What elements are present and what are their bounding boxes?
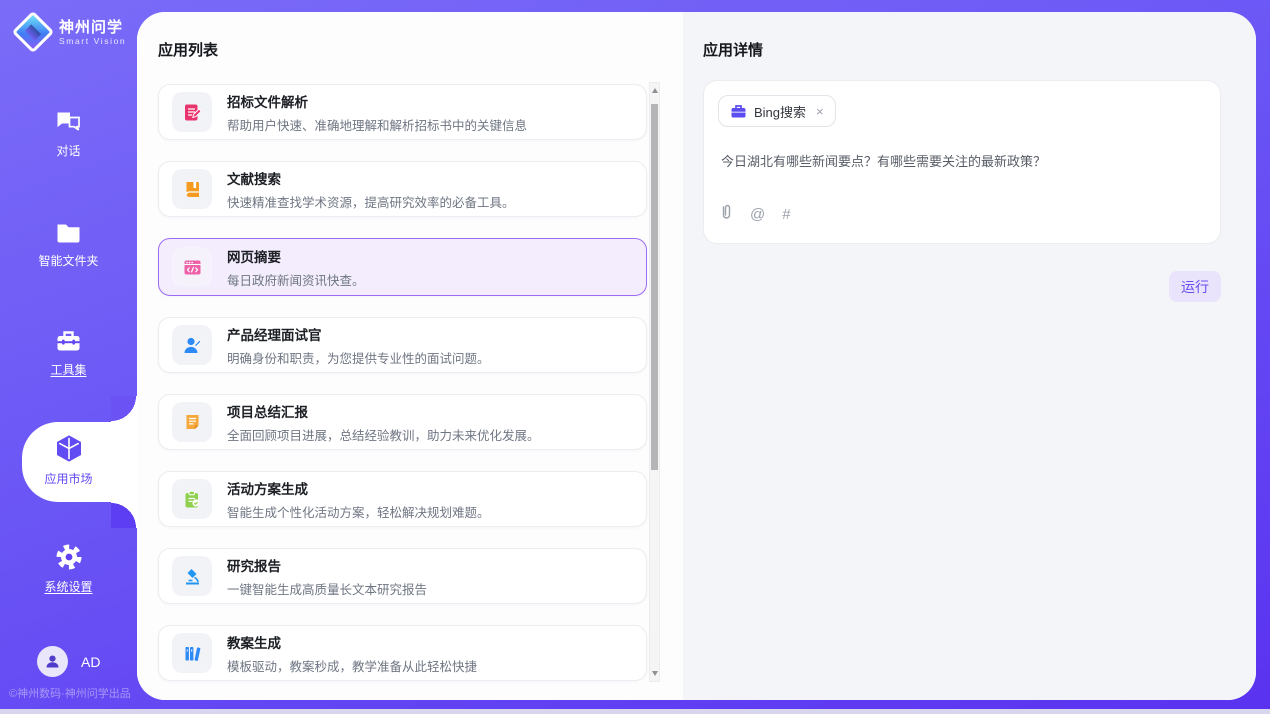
- brand-logo: 神州问学 Smart Vision: [16, 15, 126, 49]
- active-tab-curve-top: [111, 396, 137, 422]
- app-desc: 一键智能生成高质量长文本研究报告: [227, 579, 427, 598]
- copyright-text: ©神州数码·神州问学出品: [9, 685, 139, 701]
- app-desc: 模板驱动，教案秒成，教学准备从此轻松快捷: [227, 656, 477, 675]
- app-name: 研究报告: [227, 555, 427, 575]
- app-card-pm-interviewer[interactable]: 产品经理面试官 明确身份和职责，为您提供专业性的面试问题。: [158, 317, 647, 373]
- app-name: 教案生成: [227, 632, 477, 652]
- sidebar-item-toolset[interactable]: 工具集: [0, 329, 137, 378]
- app-name: 文献搜索: [227, 168, 515, 188]
- tool-tag-bing-search[interactable]: Bing搜索 ×: [718, 95, 836, 127]
- bottom-edge-strip: [0, 709, 1270, 714]
- gear-icon: [0, 543, 137, 571]
- main-content: 应用列表 招标文件解析 帮助用户快速、准确地理解和解析招标书中的关键信息: [137, 12, 1256, 700]
- run-button[interactable]: 运行: [1169, 271, 1221, 302]
- folder-icon: [0, 221, 137, 245]
- app-desc: 明确身份和职责，为您提供专业性的面试问题。: [227, 348, 490, 367]
- web-code-icon: [172, 247, 212, 287]
- app-desc: 帮助用户快速、准确地理解和解析招标书中的关键信息: [227, 115, 527, 134]
- prompt-card: Bing搜索 × 今日湖北有哪些新闻要点？有哪些需要关注的最新政策？ @ #: [703, 80, 1221, 244]
- app-detail-panel: 应用详情 Bing搜索 × 今日湖北有哪些新闻要点？有哪些需要关注的最新政策？: [683, 12, 1256, 700]
- app-name: 产品经理面试官: [227, 324, 490, 344]
- app-name: 招标文件解析: [227, 91, 527, 111]
- user-account[interactable]: AD: [37, 646, 100, 677]
- brand-logo-icon: [16, 15, 50, 49]
- sidebar-item-label: 系统设置: [0, 578, 137, 595]
- cube-icon: [0, 434, 137, 463]
- app-name: 项目总结汇报: [227, 401, 540, 421]
- app-list-scrollbar[interactable]: [649, 82, 660, 682]
- sidebar-item-smart-folder[interactable]: 智能文件夹: [0, 221, 137, 269]
- brand-name: 神州问学: [59, 19, 126, 36]
- scroll-up-icon[interactable]: [652, 88, 658, 93]
- user-initials: AD: [81, 654, 100, 670]
- research-icon: [172, 556, 212, 596]
- app-detail-title: 应用详情: [703, 39, 763, 60]
- sidebar: 神州问学 Smart Vision 对话 智能文件夹: [0, 0, 137, 714]
- toolbox-icon: [0, 329, 137, 354]
- app-name: 网页摘要: [227, 246, 365, 266]
- app-card-project-summary[interactable]: 项目总结汇报 全面回顾项目进展，总结经验教训，助力未来优化发展。: [158, 394, 647, 450]
- mention-icon[interactable]: @: [750, 206, 765, 223]
- app-cards: 招标文件解析 帮助用户快速、准确地理解和解析招标书中的关键信息 文献搜索 快速精…: [158, 84, 647, 700]
- scrollbar-thumb[interactable]: [651, 104, 658, 470]
- book-icon: [172, 169, 212, 209]
- app-desc: 快速精准查找学术资源，提高研究效率的必备工具。: [227, 192, 515, 211]
- app-desc: 智能生成个性化活动方案，轻松解决规划难题。: [227, 502, 490, 521]
- hash-icon[interactable]: #: [782, 206, 790, 223]
- sidebar-item-label: 智能文件夹: [0, 252, 137, 269]
- app-name: 活动方案生成: [227, 478, 490, 498]
- clipboard-check-icon: [172, 479, 212, 519]
- active-tab-curve-bottom: [111, 502, 137, 528]
- sidebar-item-label: 应用市场: [0, 470, 137, 487]
- brand-tagline: Smart Vision: [59, 36, 126, 46]
- app-card-lesson-plan[interactable]: 教案生成 模板驱动，教案秒成，教学准备从此轻松快捷: [158, 625, 647, 681]
- app-card-research-report[interactable]: 研究报告 一键智能生成高质量长文本研究报告: [158, 548, 647, 604]
- attachment-icon[interactable]: [720, 203, 733, 225]
- app-desc: 全面回顾项目进展，总结经验教训，助力未来优化发展。: [227, 425, 540, 444]
- sidebar-item-settings[interactable]: 系统设置: [0, 543, 137, 595]
- sidebar-item-label: 工具集: [0, 361, 137, 378]
- app-card-web-summary[interactable]: 网页摘要 每日政府新闻资讯快查。: [158, 238, 647, 296]
- prompt-toolbar: @ #: [720, 203, 791, 225]
- app-card-event-plan[interactable]: 活动方案生成 智能生成个性化活动方案，轻松解决规划难题。: [158, 471, 647, 527]
- tool-tag-label: Bing搜索: [754, 102, 806, 121]
- app-list-panel: 应用列表 招标文件解析 帮助用户快速、准确地理解和解析招标书中的关键信息: [137, 12, 683, 700]
- avatar: [37, 646, 68, 677]
- person-icon: [44, 653, 61, 670]
- app-card-literature-search[interactable]: 文献搜索 快速精准查找学术资源，提高研究效率的必备工具。: [158, 161, 647, 217]
- sidebar-item-app-market[interactable]: 应用市场: [0, 434, 137, 487]
- doc-edit-icon: [172, 92, 212, 132]
- chat-icon: [0, 110, 137, 135]
- briefcase-icon: [730, 103, 747, 119]
- prompt-input[interactable]: 今日湖北有哪些新闻要点？有哪些需要关注的最新政策？: [721, 151, 1204, 170]
- books-icon: [172, 633, 212, 673]
- sidebar-item-label: 对话: [0, 142, 137, 159]
- memo-icon: [172, 402, 212, 442]
- interviewer-icon: [172, 325, 212, 365]
- sidebar-item-chat[interactable]: 对话: [0, 110, 137, 159]
- app-list-title: 应用列表: [158, 39, 218, 60]
- app-card-bid-doc-parse[interactable]: 招标文件解析 帮助用户快速、准确地理解和解析招标书中的关键信息: [158, 84, 647, 140]
- scroll-down-icon[interactable]: [652, 671, 658, 676]
- app-desc: 每日政府新闻资讯快查。: [227, 270, 365, 289]
- close-icon[interactable]: ×: [816, 104, 824, 119]
